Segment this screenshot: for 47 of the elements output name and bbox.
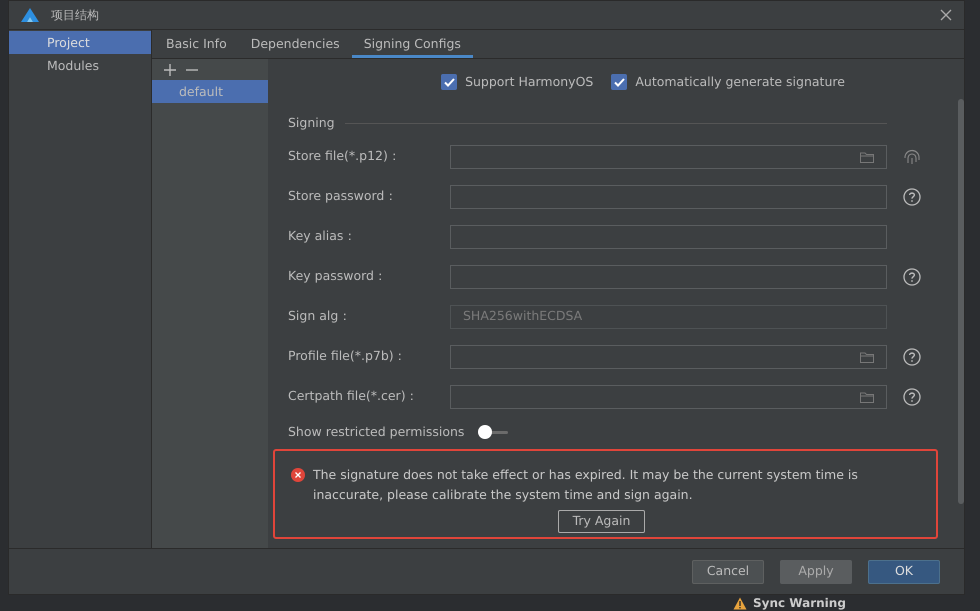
field-label: Store password： <box>288 187 398 206</box>
error-message: The signature does not take effect or has expired. It may be the current system time is inaccurate, please calibrate the system time and sign again. <box>313 466 859 504</box>
input-field[interactable] <box>450 344 887 368</box>
field-label: Key alias： <box>288 227 358 246</box>
help-icon[interactable] <box>903 188 921 206</box>
add-icon[interactable] <box>164 64 176 76</box>
fingerprint-icon[interactable] <box>903 148 921 165</box>
field-label: Profile file(*.p7b)： <box>288 347 408 366</box>
checkbox[interactable] <box>611 74 628 90</box>
warning-icon <box>733 596 747 610</box>
field-value: SHA256withECDSA <box>463 307 584 326</box>
tab[interactable]: Dependencies <box>238 30 352 58</box>
field-label: Store file(*.p12)： <box>288 147 402 166</box>
folder-icon[interactable] <box>860 150 874 162</box>
section-title: Signing <box>288 114 335 132</box>
dialog-button[interactable]: Cancel <box>692 560 764 584</box>
window-title: 项目结构 <box>51 7 99 24</box>
field-label: Certpath file(*.cer)： <box>288 387 420 406</box>
app-logo-icon <box>21 8 39 22</box>
field-label: Sign alg： <box>288 307 352 326</box>
folder-icon[interactable] <box>860 390 874 402</box>
checkbox-label: Support HarmonyOS <box>465 73 594 91</box>
input-field[interactable] <box>450 224 887 248</box>
tab[interactable]: Basic Info <box>154 30 239 58</box>
scrollbar[interactable] <box>958 99 964 504</box>
dialog-button[interactable]: Apply <box>780 560 852 584</box>
close-icon[interactable] <box>940 9 952 21</box>
sidebar-item[interactable]: Modules <box>9 54 151 77</box>
toggle-switch[interactable] <box>478 424 508 439</box>
sidebar-item[interactable]: Project <box>9 31 151 54</box>
help-icon[interactable] <box>903 268 921 286</box>
checkbox-label: Automatically generate signature <box>635 73 845 91</box>
input-field[interactable] <box>450 184 887 208</box>
field-label: Key password： <box>288 267 388 286</box>
tab[interactable]: Signing Configs <box>352 30 473 58</box>
input-field[interactable] <box>450 144 887 168</box>
checkbox[interactable] <box>441 74 458 90</box>
dialog-button[interactable]: OK <box>868 560 940 584</box>
input-field[interactable] <box>450 384 887 408</box>
help-icon[interactable] <box>903 348 921 366</box>
folder-icon[interactable] <box>860 350 874 362</box>
help-icon[interactable] <box>903 388 921 406</box>
error-icon <box>291 468 305 482</box>
toggle-label: Show restricted permissions <box>288 422 464 441</box>
try-again-button[interactable]: Try Again <box>558 510 646 533</box>
input-field[interactable] <box>450 264 887 288</box>
notice-text: Sync Warning <box>753 596 846 610</box>
